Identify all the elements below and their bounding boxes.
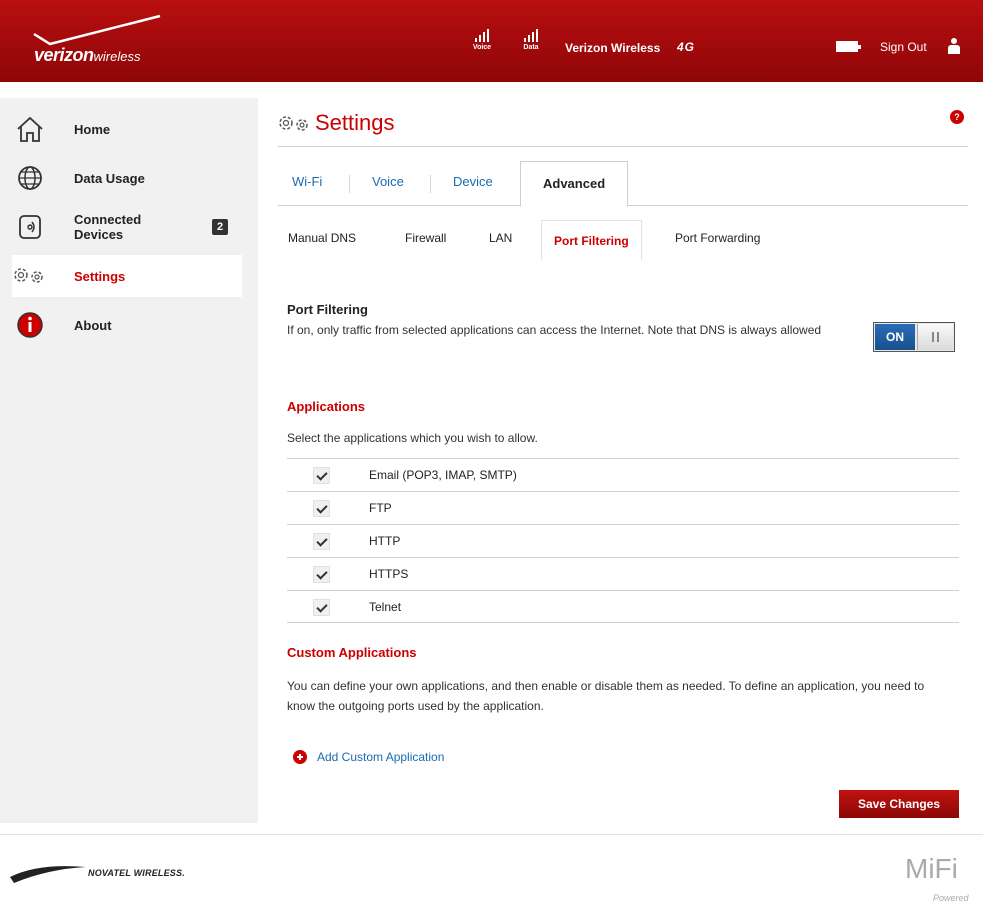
- telnet-checkbox[interactable]: [313, 599, 330, 616]
- add-link-label: Add Custom Application: [317, 750, 445, 764]
- mifi-powered-label: Powered: [933, 893, 969, 903]
- subtab-port-filtering[interactable]: Port Filtering: [541, 220, 642, 260]
- page-title: Settings: [315, 110, 395, 135]
- info-icon: [12, 309, 48, 341]
- toggle-on-label: ON: [875, 324, 915, 350]
- sidebar-item-label: About: [74, 317, 112, 333]
- custom-applications-heading: Custom Applications: [287, 645, 417, 660]
- sidebar-item-data-usage[interactable]: Data Usage: [12, 157, 242, 199]
- add-custom-application-link[interactable]: Add Custom Application: [293, 750, 444, 764]
- house-icon: [12, 113, 48, 145]
- custom-applications-description: You can define your own applications, an…: [287, 679, 925, 713]
- tab-wifi[interactable]: Wi-Fi: [292, 162, 322, 206]
- port-filtering-toggle[interactable]: ON: [873, 322, 955, 352]
- list-item: FTP: [287, 491, 959, 524]
- subtab-firewall[interactable]: Firewall: [405, 220, 446, 256]
- app-name: Email (POP3, IMAP, SMTP): [369, 468, 517, 482]
- divider: [278, 146, 968, 147]
- app-name: HTTPS: [369, 567, 409, 581]
- voice-label: Voice: [472, 44, 492, 51]
- help-icon[interactable]: ?: [950, 110, 964, 124]
- signal-bars-icon: [518, 28, 544, 42]
- sidebar: Home Data Usage Connected Devices 2 Sett…: [0, 98, 258, 823]
- brand-suffix: wireless: [93, 49, 141, 64]
- mifi-logo: MiFi: [905, 853, 958, 884]
- sidebar-item-label: Data Usage: [74, 170, 145, 186]
- sidebar-item-connected-devices[interactable]: Connected Devices 2: [12, 206, 242, 248]
- network-type: 4G: [677, 40, 696, 54]
- main-content: Settings ? Wi-Fi Voice Device Advanced M…: [259, 98, 983, 823]
- settings-tabs: Wi-Fi Voice Device Advanced: [278, 161, 968, 207]
- verizon-logo: verizonwireless: [30, 14, 180, 66]
- device-count-badge: 2: [212, 219, 228, 235]
- voice-signal-indicator: Voice: [469, 28, 495, 51]
- sidebar-item-about[interactable]: About: [12, 304, 242, 346]
- sidebar-item-home[interactable]: Home: [12, 108, 242, 150]
- data-label: Data: [523, 44, 539, 51]
- toggle-knob: [917, 324, 953, 350]
- list-item: Email (POP3, IMAP, SMTP): [287, 458, 959, 491]
- subtab-port-forwarding[interactable]: Port Forwarding: [675, 220, 760, 256]
- carrier-name: Verizon Wireless: [565, 41, 661, 55]
- novatel-wordmark: NOVATEL WIRELESS.: [88, 868, 185, 878]
- sidebar-item-settings[interactable]: Settings: [12, 255, 242, 297]
- tab-voice[interactable]: Voice: [372, 162, 404, 206]
- https-checkbox[interactable]: [313, 566, 330, 583]
- list-item: HTTP: [287, 524, 959, 557]
- globe-icon: [12, 162, 48, 194]
- ftp-checkbox[interactable]: [313, 500, 330, 517]
- list-item: HTTPS: [287, 557, 959, 590]
- advanced-subtabs: Manual DNS Firewall LAN Port Filtering P…: [278, 220, 968, 260]
- port-filtering-heading: Port Filtering: [287, 302, 368, 317]
- user-icon[interactable]: [947, 38, 961, 56]
- battery-icon: [836, 41, 861, 52]
- sidebar-item-label: Settings: [74, 268, 126, 284]
- app-name: FTP: [369, 501, 392, 515]
- novatel-logo: NOVATEL WIRELESS.: [8, 861, 208, 885]
- data-signal-indicator: Data: [518, 28, 544, 51]
- save-changes-button[interactable]: Save Changes: [839, 790, 959, 818]
- applications-list: Email (POP3, IMAP, SMTP) FTP HTTP HTTPS …: [287, 458, 959, 623]
- tab-separator: [430, 175, 431, 193]
- port-filtering-description: If on, only traffic from selected applic…: [287, 323, 822, 337]
- device-icon: [12, 211, 48, 243]
- subtab-manual-dns[interactable]: Manual DNS: [288, 220, 356, 256]
- sidebar-item-label: Home: [74, 121, 111, 137]
- applications-heading: Applications: [287, 399, 366, 414]
- http-checkbox[interactable]: [313, 533, 330, 550]
- novatel-swoosh-icon: [10, 866, 86, 883]
- add-icon: [293, 750, 307, 764]
- sign-out-link[interactable]: Sign Out: [880, 40, 927, 54]
- brand-name: verizon: [34, 45, 94, 65]
- email-checkbox[interactable]: [313, 467, 330, 484]
- tab-advanced[interactable]: Advanced: [520, 161, 629, 207]
- subtab-lan[interactable]: LAN: [489, 220, 512, 256]
- gears-icon: [279, 116, 308, 131]
- gears-icon: [12, 260, 48, 292]
- applications-description: Select the applications which you wish t…: [287, 431, 538, 445]
- app-name: Telnet: [369, 600, 402, 614]
- app-name: HTTP: [369, 534, 401, 548]
- tab-device[interactable]: Device: [453, 162, 493, 206]
- header-bar: verizonwireless Voice Data Verizon Wirel…: [0, 0, 983, 82]
- signal-bars-icon: [469, 28, 495, 42]
- list-item: Telnet: [287, 590, 959, 623]
- tab-separator: [349, 175, 350, 193]
- footer: NOVATEL WIRELESS. MiFi Powered: [0, 834, 983, 911]
- sidebar-item-label: Connected Devices: [74, 212, 142, 242]
